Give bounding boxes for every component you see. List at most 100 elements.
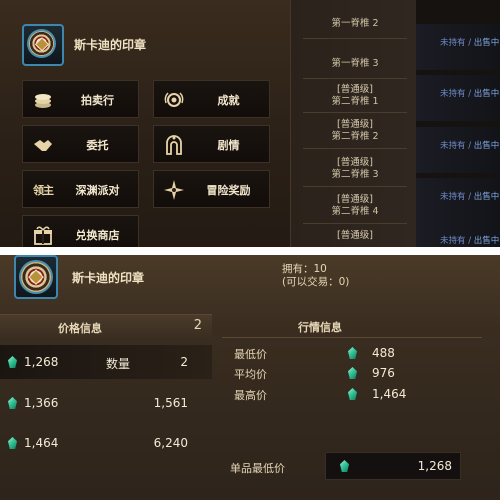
exchange-shop-label: 兑换商店 xyxy=(75,229,120,242)
menu-zone: 斯卡迪的印章 拍卖行 成就 委托 剧情 领主 深渊派对 冒险奖励 兑换商店 xyxy=(0,0,290,247)
list-divider xyxy=(303,112,407,113)
selling-text: 出售中 xyxy=(473,141,500,151)
status-sep: / xyxy=(465,89,474,99)
commission-button[interactable]: 委托 xyxy=(22,125,139,163)
list-item[interactable]: [普通级] xyxy=(303,230,407,242)
selling-text: 出售中 xyxy=(473,38,500,48)
status-row[interactable]: 未持有 / 出售中 xyxy=(416,222,500,247)
lord-emblem-icon: 领主 xyxy=(33,184,54,197)
gem-icon xyxy=(8,397,17,409)
adventure-reward-label: 冒险奖励 xyxy=(206,184,251,197)
skadi-seal-icon xyxy=(27,29,56,58)
highest-price-line: 最高价 1,464 xyxy=(234,387,434,403)
auction-house-button[interactable]: 拍卖行 xyxy=(22,80,139,118)
list-item-grade: [普通级] xyxy=(337,157,373,168)
list-divider xyxy=(303,186,407,187)
unit-lowest-value: 1,268 xyxy=(417,459,452,473)
abyss-party-label: 深渊派对 xyxy=(75,184,120,197)
gem-icon xyxy=(8,437,17,449)
price-row[interactable]: 1,366 1,561 xyxy=(0,386,212,420)
gift-box-icon xyxy=(31,223,55,247)
list-item[interactable]: [普通级] 第二脊椎 4 xyxy=(303,194,407,218)
screenshot-divider xyxy=(0,247,500,255)
status-row[interactable]: 未持有 / 出售中 xyxy=(416,24,500,70)
owned-count: 拥有：10 xyxy=(282,263,327,275)
list-item[interactable]: 第一脊椎 2 xyxy=(303,18,407,30)
status-sep: / xyxy=(465,38,474,48)
status-row[interactable]: 未持有 / 出售中 xyxy=(416,75,500,121)
quantity-label: 数量 xyxy=(106,357,131,371)
gem-icon xyxy=(8,356,17,368)
selling-text: 出售中 xyxy=(473,236,500,246)
list-item-sub: 第一脊椎 3 xyxy=(331,58,379,69)
achievement-button[interactable]: 成就 xyxy=(153,80,270,118)
gem-icon xyxy=(348,388,357,400)
auction-house-label: 拍卖行 xyxy=(81,94,114,107)
price-row[interactable]: 1,268 数量 2 xyxy=(0,345,212,379)
list-item-sub: 第二脊椎 2 xyxy=(331,131,379,142)
list-item-sub: 第二脊椎 3 xyxy=(331,169,379,180)
gem-icon xyxy=(340,460,349,472)
list-item-sub: 第二脊椎 4 xyxy=(331,206,379,217)
not-owned-text: 未持有 xyxy=(440,192,466,202)
quantity-value: 2 xyxy=(180,355,188,369)
not-owned-text: 未持有 xyxy=(440,38,466,48)
list-divider xyxy=(303,38,407,39)
list-divider xyxy=(303,223,407,224)
adventure-reward-button[interactable]: 冒险奖励 xyxy=(153,170,270,208)
list-item-grade: [普通级] xyxy=(337,194,373,205)
list-item[interactable]: [普通级] 第二脊椎 2 xyxy=(303,119,407,143)
selling-text: 出售中 xyxy=(473,192,500,202)
abyss-party-button[interactable]: 领主 深渊派对 xyxy=(22,170,139,208)
price-value: 1,366 xyxy=(24,396,59,410)
status-row[interactable]: 未持有 / 出售中 xyxy=(416,178,500,224)
quantity-value: 1,561 xyxy=(153,396,188,410)
status-column: 未持有 / 出售中 未持有 / 出售中 未持有 / 出售中 未持有 / 出售中 … xyxy=(416,0,500,247)
price-info-count: 2 xyxy=(193,318,202,333)
coin-stack-icon xyxy=(31,88,55,112)
item-name: 斯卡迪的印章 xyxy=(74,38,147,52)
price-value: 1,268 xyxy=(24,355,59,369)
status-sep: / xyxy=(465,141,474,151)
highest-label: 最高价 xyxy=(234,389,267,402)
market-info-header: 行情信息 xyxy=(222,314,500,338)
section-divider xyxy=(222,337,482,338)
price-info-title: 价格信息 xyxy=(58,322,102,335)
list-item[interactable]: [普通级] 第二脊椎 1 xyxy=(303,84,407,108)
lowest-value: 488 xyxy=(372,346,395,360)
list-divider xyxy=(303,78,407,79)
market-header: 斯卡迪的印章 拥有：10 (可以交易：0) xyxy=(0,255,500,303)
achievement-label: 成就 xyxy=(217,94,240,107)
exchange-shop-button[interactable]: 兑换商店 xyxy=(22,215,139,247)
status-row[interactable]: 未持有 / 出售中 xyxy=(416,127,500,173)
unit-lowest-price-field[interactable]: 1,268 xyxy=(325,452,461,480)
list-divider xyxy=(303,148,407,149)
average-value: 976 xyxy=(372,366,395,380)
tradable-count: (可以交易：0) xyxy=(282,276,350,288)
skadi-seal-icon xyxy=(19,260,53,294)
list-item-grade: [普通级] xyxy=(337,84,373,95)
price-info-header: 价格信息 2 xyxy=(0,314,212,338)
story-button[interactable]: 剧情 xyxy=(153,125,270,163)
average-label: 平均价 xyxy=(234,368,267,381)
item-name: 斯卡迪的印章 xyxy=(72,271,145,285)
list-item[interactable]: 第一脊椎 3 xyxy=(303,58,407,70)
not-owned-text: 未持有 xyxy=(440,89,466,99)
story-label: 剧情 xyxy=(217,139,240,152)
archway-icon xyxy=(162,133,186,157)
lowest-label: 最低价 xyxy=(234,348,267,361)
lowest-price-line: 最低价 488 xyxy=(234,346,434,362)
handshake-icon xyxy=(31,133,55,157)
laurel-medal-icon xyxy=(162,88,186,112)
average-price-line: 平均价 976 xyxy=(234,366,434,382)
spine-list: 第一脊椎 2 第一脊椎 3 [普通级] 第二脊椎 1 [普通级] 第二脊椎 2 … xyxy=(290,0,416,247)
quantity-value: 6,240 xyxy=(153,436,188,450)
price-row[interactable]: 1,464 6,240 xyxy=(0,426,212,460)
list-item-sub: 第二脊椎 1 xyxy=(331,96,379,107)
gem-icon xyxy=(348,347,357,359)
list-item-grade: [普通级] xyxy=(337,119,373,130)
compass-star-icon xyxy=(162,178,186,202)
item-header[interactable]: 斯卡迪的印章 xyxy=(22,24,272,66)
list-item-grade: [普通级] xyxy=(337,230,373,241)
list-item[interactable]: [普通级] 第二脊椎 3 xyxy=(303,157,407,181)
